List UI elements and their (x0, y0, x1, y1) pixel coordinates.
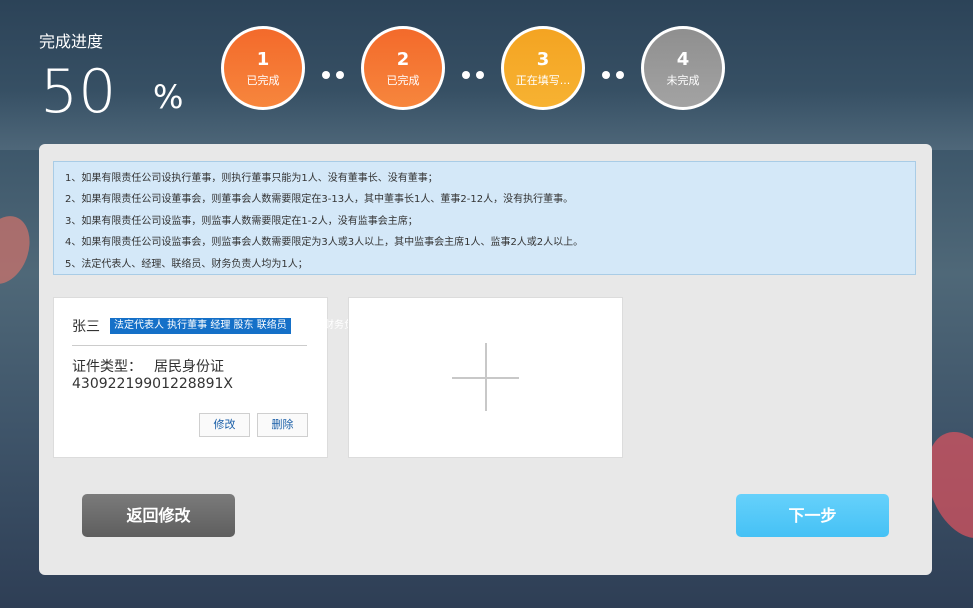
step-label: 未完成 (666, 74, 700, 87)
step-label: 已完成 (386, 74, 420, 87)
progress-percent: 50 (40, 57, 117, 127)
step-label: 正在填写... (515, 74, 571, 87)
step-connector-dot (462, 71, 470, 79)
plus-icon (485, 343, 487, 411)
add-person-card[interactable] (348, 297, 623, 458)
next-step-button[interactable]: 下一步 (736, 494, 889, 537)
step-2: 2 已完成 (361, 26, 445, 110)
notice-line: 5、法定代表人、经理、联络员、财务负责人均为1人； (65, 258, 308, 270)
notice-line: 2、如果有限责任公司设董事会，则董事会人数需要限定在3-13人，其中董事长1人、… (65, 194, 574, 206)
back-edit-button[interactable]: 返回修改 (82, 494, 235, 537)
progress-unit: % (153, 78, 184, 116)
step-connector-dot (616, 71, 624, 79)
card-divider (72, 345, 307, 346)
background-skyline (0, 90, 973, 150)
step-number: 2 (396, 49, 410, 70)
main-panel: 1、如果有限责任公司设执行董事，则执行董事只能为1人、没有董事长、没有董事； 2… (39, 144, 932, 575)
person-roles: 法定代表人 执行董事 经理 股东 联络员 (110, 318, 291, 334)
delete-button[interactable]: 删除 (257, 413, 308, 437)
step-3: 3 正在填写... (501, 26, 585, 110)
step-number: 3 (536, 49, 550, 70)
step-number: 1 (256, 49, 270, 70)
person-name: 张三 (72, 319, 100, 335)
id-type-value: 居民身份证 (154, 359, 224, 375)
person-card: 张三 法定代表人 执行董事 经理 股东 联络员 财务负 证件类型： 居民身份证 4… (53, 297, 354, 458)
step-4: 4 未完成 (641, 26, 725, 110)
id-type-label: 证件类型： (72, 359, 142, 375)
id-type-row: 证件类型： 居民身份证 (72, 356, 224, 376)
notice-line: 4、如果有限责任公司设监事会，则监事会人数需要限定为3人或3人以上，其中监事会主… (65, 237, 584, 249)
progress-title: 完成进度 (39, 32, 104, 51)
notice-line: 1、如果有限责任公司设执行董事，则执行董事只能为1人、没有董事长、没有董事； (65, 173, 438, 184)
rules-notice: 1、如果有限责任公司设执行董事，则执行董事只能为1人、没有董事长、没有董事； 2… (53, 161, 916, 275)
id-number: 43092219901228891X (72, 376, 234, 392)
edit-button[interactable]: 修改 (199, 413, 250, 437)
step-connector-dot (476, 71, 484, 79)
step-connector-dot (602, 71, 610, 79)
notice-line: 3、如果有限责任公司设监事，则监事人数需要限定在1-2人，没有监事会主席； (65, 215, 418, 227)
step-1: 1 已完成 (221, 26, 305, 110)
step-connector-dot (322, 71, 330, 79)
step-connector-dot (336, 71, 344, 79)
step-number: 4 (676, 49, 690, 70)
background-petal (0, 208, 39, 292)
step-label: 已完成 (246, 74, 280, 87)
